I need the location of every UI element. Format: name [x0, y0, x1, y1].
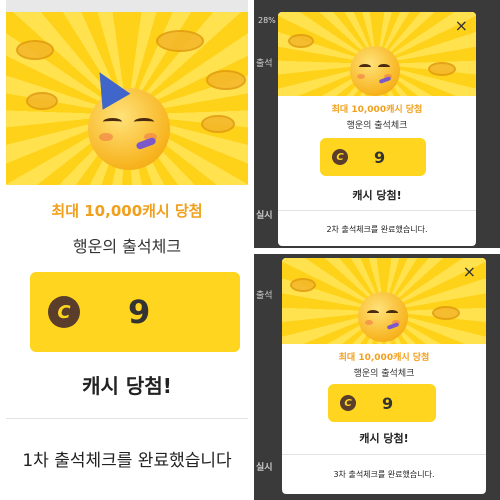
coin-decoration [428, 62, 456, 76]
close-icon[interactable]: × [455, 18, 468, 34]
coin-decoration [26, 92, 58, 110]
cash-win-text: 캐시 당첨! [359, 432, 409, 445]
background-side-text: 실시 [256, 211, 273, 221]
lucky-attendance-subtitle: 행운의 출석체크 [346, 121, 408, 131]
cash-coin-icon: C [48, 296, 80, 328]
divider [6, 418, 248, 419]
coin-decoration [201, 115, 235, 133]
cash-amount: 9 [382, 393, 394, 413]
attendance-complete-text: 1차 출석체크를 완료했습니다 [22, 451, 232, 471]
attendance-complete-text: 3차 출석체크를 완료했습니다. [333, 470, 435, 479]
background-side-text: 출석 [256, 291, 273, 301]
max-cash-title: 최대 10,000캐시 당첨 [51, 202, 203, 220]
cash-win-text: 캐시 당첨! [82, 374, 172, 398]
collage-gutter [254, 248, 500, 254]
party-face-icon [85, 64, 170, 170]
cash-result-box: C 9 [320, 138, 426, 176]
party-face-icon [358, 292, 408, 342]
close-icon[interactable]: × [463, 264, 476, 280]
background-side-text: 출석 [256, 59, 273, 69]
coin-decoration [16, 40, 54, 60]
divider [282, 454, 486, 455]
lucky-attendance-subtitle: 행운의 출석체크 [353, 369, 415, 379]
attendance-panel-3: × 최대 10,000캐시 당첨 행운의 출석체크 C 9 캐시 당첨! 3차 … [282, 258, 486, 494]
attendance-complete-text: 2차 출석체크를 완료했습니다. [326, 225, 428, 234]
party-face-icon [350, 46, 400, 96]
coin-decoration [290, 278, 316, 292]
cash-coin-icon: C [332, 149, 348, 165]
attendance-panel-1: 최대 10,000캐시 당첨 행운의 출석체크 C 9 캐시 당첨! 1차 출석… [6, 0, 248, 500]
max-cash-title: 최대 10,000캐시 당첨 [331, 105, 423, 115]
cash-amount: 9 [128, 293, 151, 331]
coin-decoration [156, 30, 204, 52]
status-percent: 28% [258, 16, 276, 25]
max-cash-title: 최대 10,000캐시 당첨 [338, 353, 430, 363]
cash-amount: 9 [374, 147, 386, 167]
cash-win-text: 캐시 당첨! [352, 189, 402, 202]
top-strip [6, 0, 248, 12]
attendance-panel-2: × 최대 10,000캐시 당첨 행운의 출석체크 C 9 캐시 당첨! 2차 … [278, 12, 476, 246]
background-side-text: 실시 [256, 463, 273, 473]
cash-result-box: C 9 [328, 384, 436, 422]
coin-decoration [288, 34, 314, 48]
cash-result-box: C 9 [30, 272, 240, 352]
lucky-attendance-subtitle: 행운의 출석체크 [72, 237, 182, 256]
coin-decoration [206, 70, 246, 90]
divider [278, 210, 476, 211]
coin-decoration [432, 306, 460, 320]
cash-coin-icon: C [340, 395, 356, 411]
